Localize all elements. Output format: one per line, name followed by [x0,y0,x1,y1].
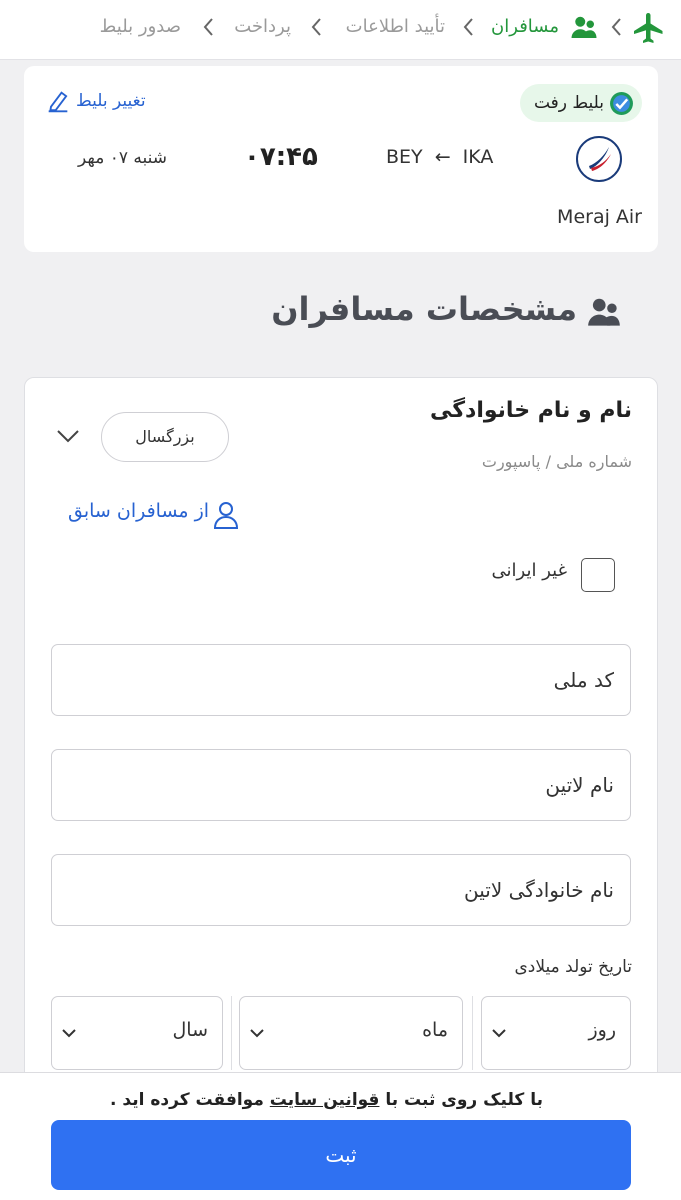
breadcrumb-confirm[interactable]: تأیید اطلاعات [346,15,445,39]
breadcrumb-payment[interactable]: پرداخت [234,15,291,39]
terms-link[interactable]: قوانین سایت [270,1090,380,1110]
check-badge-icon [610,92,633,115]
chevron-down-icon[interactable] [55,426,81,446]
badge-label: بلیط رفت [533,93,604,113]
passengers-icon [588,298,620,326]
change-ticket-label: تغییر بلیط [76,91,146,111]
latin-family-field[interactable] [51,854,631,926]
terms-notice: با کلیک روی ثبت با قوانین سایت موافقت کر… [110,1090,543,1110]
previous-passengers-link[interactable]: از مسافران سابق [68,500,239,529]
divider [472,996,473,1070]
non-iranian-checkbox[interactable] [581,558,615,592]
origin-code: IKA [462,146,494,168]
dob-day-value: روز [588,1019,616,1041]
dob-month-select[interactable]: ماه [239,996,463,1070]
route: BEY ← IKA [386,146,493,168]
submit-button[interactable]: ثبت [51,1120,631,1190]
passenger-id-subtitle: شماره ملی / پاسپورت [481,452,632,471]
chevron-down-icon [62,1029,76,1038]
pencil-icon [48,91,68,113]
outbound-badge: بلیط رفت [519,84,642,122]
latin-name-input[interactable] [52,750,630,820]
destination-code: BEY [386,146,423,168]
national-code-input[interactable] [52,645,630,715]
airline-name: Meraj Air [557,206,642,228]
chevron-left-icon [463,18,473,36]
latin-family-input[interactable] [52,855,630,925]
passenger-name-title: نام و نام خانوادگی [430,398,632,423]
airline-logo [576,136,622,182]
non-iranian-label: غیر ایرانی [491,560,567,581]
chevron-left-icon [203,18,213,36]
plane-icon [634,13,663,43]
passengers-icon [571,16,597,38]
dob-year-select[interactable]: سال [51,996,223,1070]
dob-day-select[interactable]: روز [481,996,631,1070]
national-code-field[interactable] [51,644,631,716]
passenger-type-pill[interactable]: بزرگسال [101,412,229,462]
chevron-down-icon [250,1029,264,1038]
chevron-left-icon [311,18,321,36]
change-ticket-link[interactable]: تغییر بلیط [44,88,146,114]
page-title: مشخصات مسافران [271,290,577,328]
previous-passengers-label: از مسافران سابق [68,500,210,522]
breadcrumb-issue[interactable]: صدور بلیط [100,15,181,39]
chevron-left-icon [611,18,621,36]
user-icon [214,502,239,529]
departure-time: ۰۷:۴۵ [244,142,318,172]
breadcrumb: مسافران تأیید اطلاعات پرداخت صدور بلیط [0,0,681,60]
dob-month-value: ماه [422,1019,448,1041]
divider [231,996,232,1070]
departure-date: شنبه ۰۷ مهر [78,148,168,168]
breadcrumb-passengers[interactable]: مسافران [491,15,559,39]
dob-label: تاریخ تولد میلادی [514,957,632,977]
latin-name-field[interactable] [51,749,631,821]
arrow-left-icon: ← [434,146,451,168]
terms-post: موافقت کرده اید . [110,1090,264,1110]
dob-year-value: سال [172,1019,208,1041]
terms-pre: با کلیک روی ثبت با [385,1090,543,1110]
chevron-down-icon [492,1029,506,1038]
ticket-card: بلیط رفت تغییر بلیط BEY ← IKA ۰۷:۴۵ شنبه… [24,66,658,252]
